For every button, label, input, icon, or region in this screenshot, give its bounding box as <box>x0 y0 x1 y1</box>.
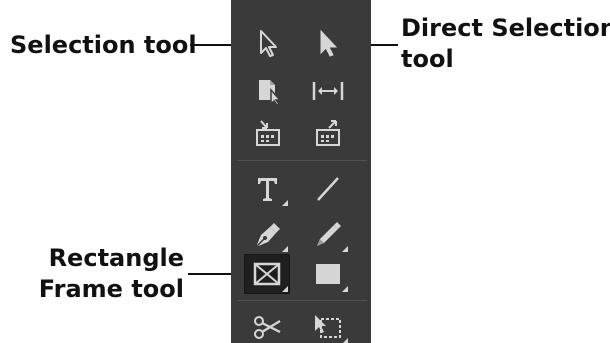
line-tool-button[interactable] <box>306 170 350 208</box>
rectangle-frame-callout-line2: Frame tool <box>38 275 184 303</box>
content-collector-tool-button[interactable] <box>246 114 290 152</box>
free-transform-tool-button[interactable] <box>306 308 350 343</box>
rectangle-frame-tool-button[interactable] <box>244 254 290 294</box>
direct-selection-tool-callout: Direct Selection tool <box>401 13 610 75</box>
page-tool-icon <box>259 80 282 106</box>
content-placer-tool-button[interactable] <box>306 114 350 152</box>
rectangle-frame-tool-callout: Rectangle Frame tool <box>20 243 184 305</box>
page-tool-button[interactable] <box>246 72 290 110</box>
selection-arrow-icon <box>260 30 277 57</box>
flyout-indicator-icon <box>342 338 348 343</box>
pencil-tool-icon <box>317 222 341 246</box>
pen-tool-button[interactable] <box>246 216 290 254</box>
type-tool-button[interactable] <box>246 170 290 208</box>
rectangle-frame-icon <box>253 262 281 286</box>
content-placer-icon <box>316 120 340 146</box>
flyout-indicator-icon <box>342 246 348 252</box>
scissors-tool-button[interactable] <box>246 308 290 343</box>
flyout-indicator-icon <box>282 200 288 206</box>
tools-panel-figure: Selection tool Direct Selection tool Rec… <box>0 0 610 343</box>
scissors-icon <box>254 316 281 339</box>
pencil-tool-button[interactable] <box>306 216 350 254</box>
type-tool-icon <box>258 178 277 201</box>
rectangle-frame-callout-line1: Rectangle <box>48 244 184 272</box>
flyout-indicator-icon <box>282 286 288 292</box>
direct-selection-callout-line2: tool <box>401 45 454 73</box>
gap-tool-icon <box>312 82 344 100</box>
line-tool-icon <box>317 177 339 201</box>
direct-selection-arrow-icon <box>320 29 338 57</box>
selection-tool-button[interactable] <box>246 24 290 62</box>
flyout-indicator-icon <box>282 246 288 252</box>
content-collector-icon <box>256 120 280 146</box>
rectangle-tool-icon <box>316 264 340 284</box>
selection-tool-callout-text: Selection tool <box>10 31 197 59</box>
tools-divider <box>237 160 367 161</box>
free-transform-icon <box>315 315 341 338</box>
direct-selection-tool-button[interactable] <box>306 24 350 62</box>
tools-divider <box>237 300 367 301</box>
direct-selection-callout-line1: Direct Selection <box>401 14 610 42</box>
flyout-indicator-icon <box>342 286 348 292</box>
pen-tool-icon <box>255 223 280 248</box>
selection-tool-callout: Selection tool <box>10 30 197 61</box>
gap-tool-button[interactable] <box>306 72 350 110</box>
rectangle-tool-button[interactable] <box>306 254 350 294</box>
